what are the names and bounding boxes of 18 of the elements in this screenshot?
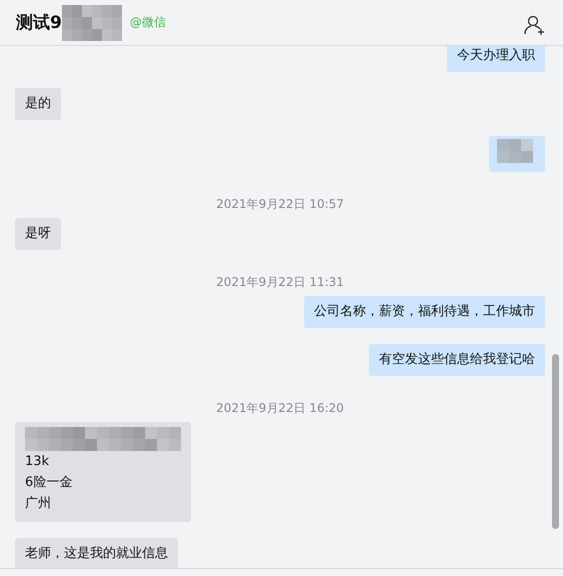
contact-name: 测试9: [16, 12, 62, 34]
timestamp: 2021年9月22日 16:20: [215, 400, 345, 416]
scrollbar[interactable]: [552, 354, 559, 529]
sent-message: 有空发这些信息给我登记哈: [369, 344, 545, 376]
received-message: 是的: [15, 88, 61, 120]
message-line: 广州: [25, 495, 52, 513]
sent-message: 公司名称，薪资，福利待遇，工作城市: [304, 296, 545, 328]
received-message: 老师，这是我的就业信息: [15, 538, 178, 568]
timestamp: 2021年9月22日 11:31: [215, 274, 345, 290]
source-label: @微信: [130, 14, 166, 31]
redacted-block: [62, 4, 122, 40]
redacted-block: [497, 139, 533, 163]
sent-message: 今天办理入职: [447, 46, 545, 72]
message-line: 13k: [25, 453, 50, 471]
received-message: 是呀: [15, 218, 61, 250]
message-line: 6险一金: [25, 474, 74, 492]
add-contact-icon[interactable]: [523, 14, 545, 36]
timestamp: 2021年9月22日 10:57: [215, 196, 345, 212]
